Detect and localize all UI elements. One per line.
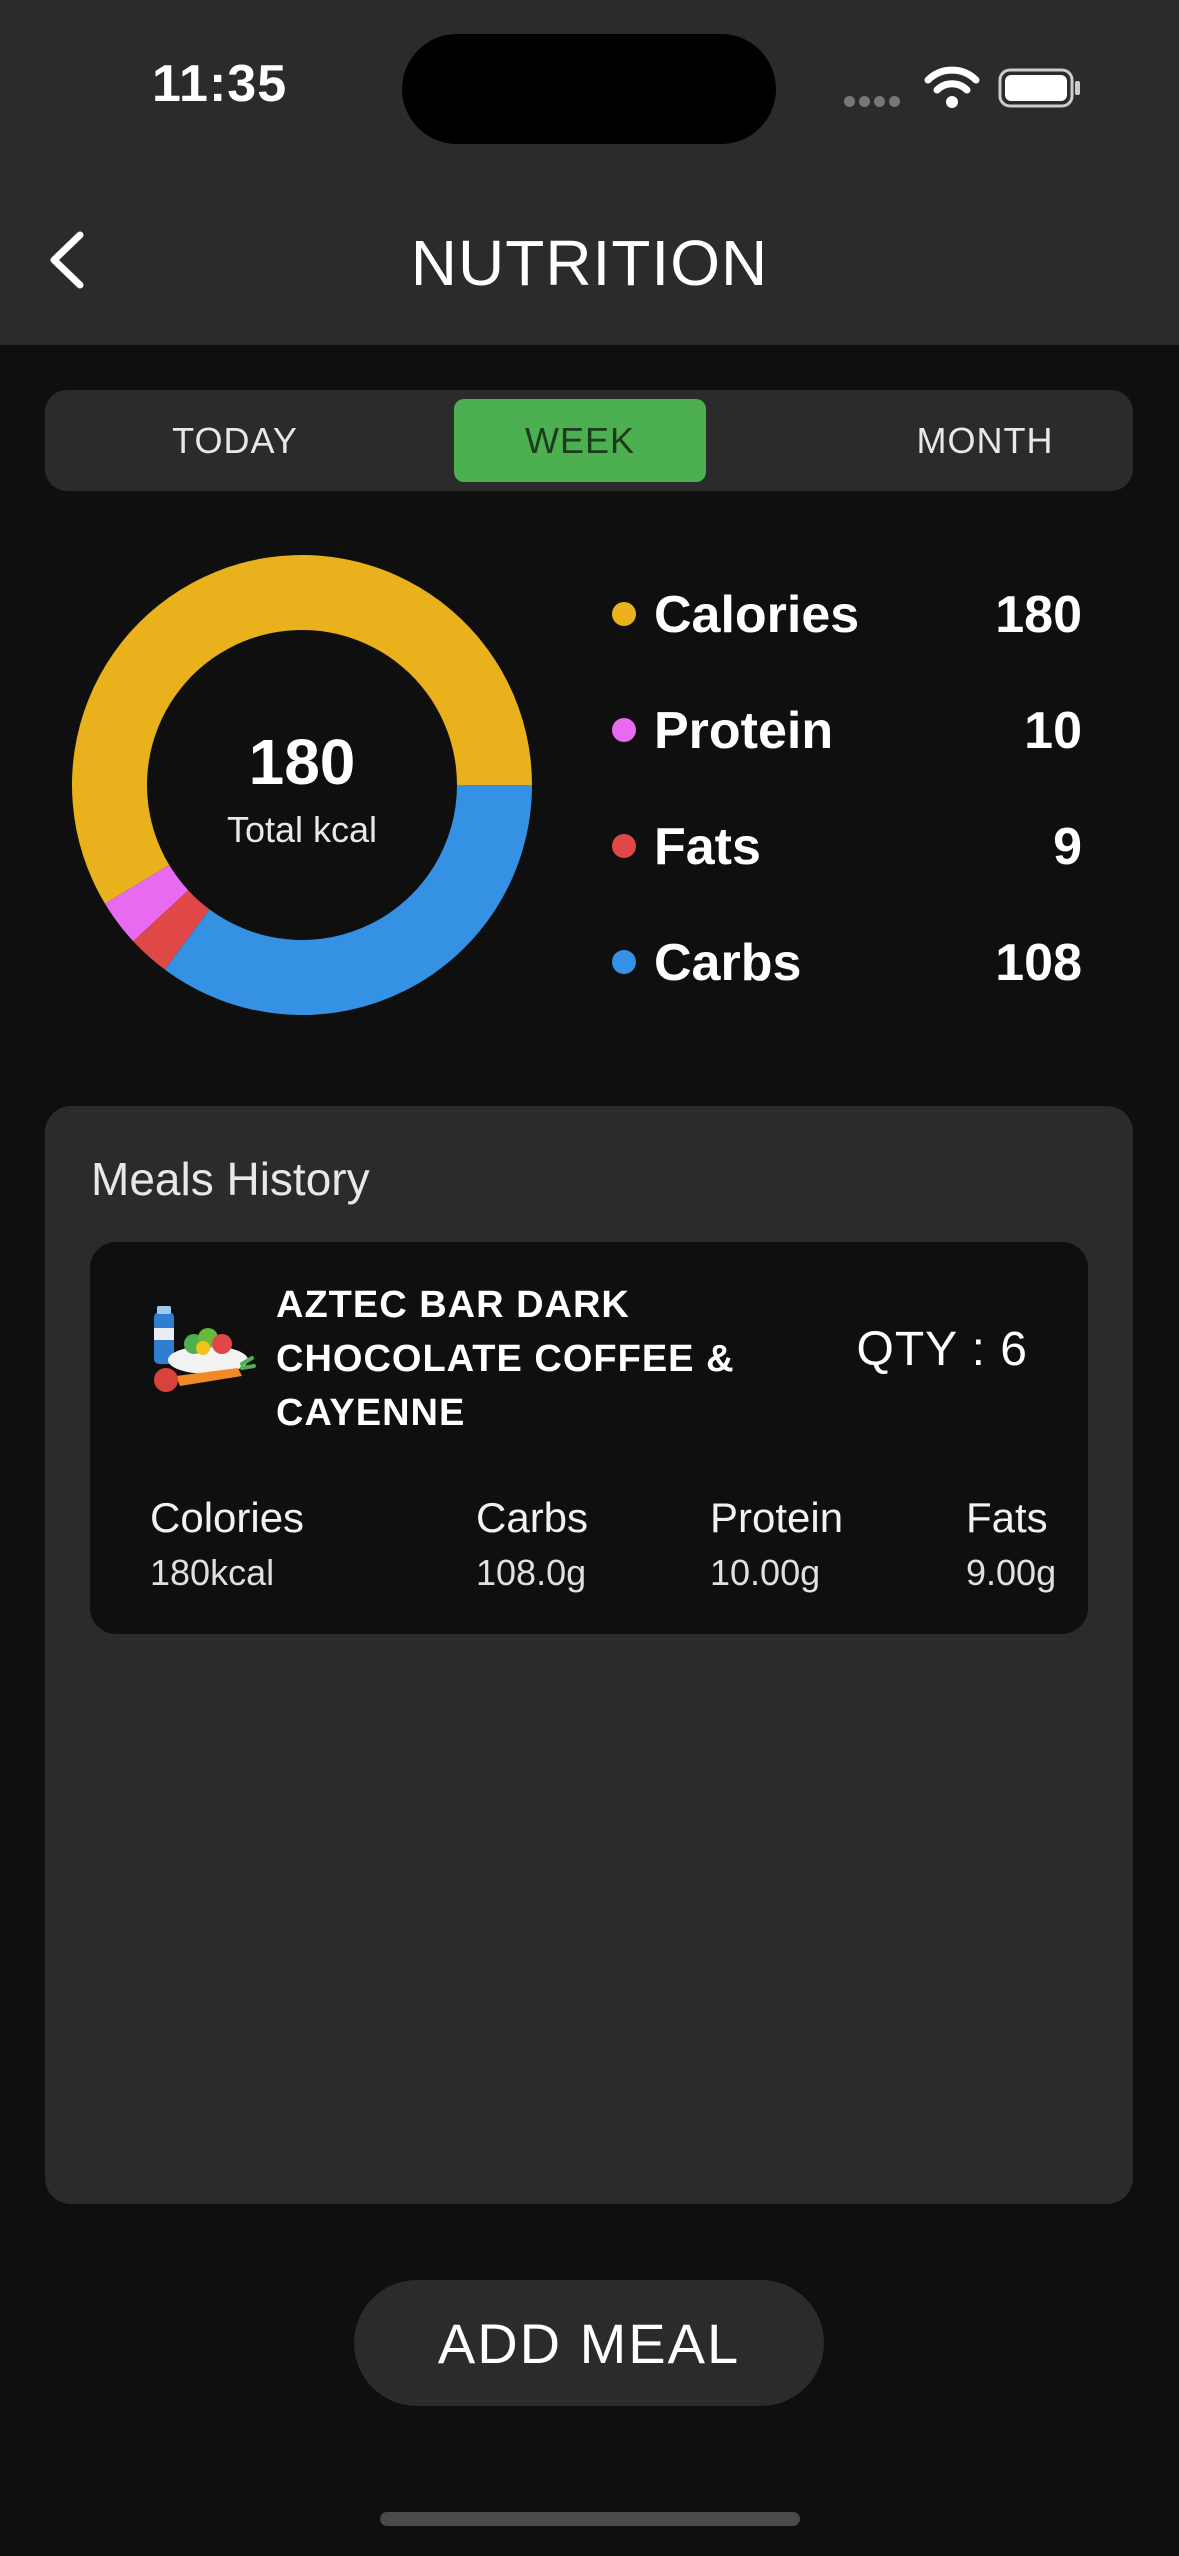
wifi-icon [924,66,980,108]
calories-dot-icon [612,602,636,626]
meal-quantity: QTY : 6 [856,1323,1028,1376]
meal-stat-calories: Colories 180kcal [150,1492,304,1598]
add-meal-button[interactable]: ADD MEAL [354,2280,824,2406]
page-title: NUTRITION [410,227,769,299]
legend-item-carbs: Carbs 108 [612,928,1082,1044]
stat-label: Fats [966,1494,1048,1541]
tab-month[interactable]: MONTH [865,390,1105,491]
legend-label: Protein [654,702,834,760]
legend-value: 180 [995,586,1082,644]
tab-today[interactable]: TODAY [105,390,365,491]
legend-label: Fats [654,818,761,876]
total-kcal-value: 180 [248,726,356,798]
status-bar: 11:35 [0,0,1179,180]
stat-label: Colories [150,1494,305,1541]
tab-week[interactable]: WEEK [454,399,706,482]
legend-label: Calories [654,586,860,644]
meal-name: AZTEC BAR DARK CHOCOLATE COFFEE & CAYENN… [276,1284,735,1434]
stat-value: 9.00g [966,1552,1057,1593]
stat-label: Protein [710,1494,844,1541]
battery-icon [998,68,1080,108]
legend-label: Carbs [654,934,802,992]
stat-value: 180kcal [150,1552,275,1593]
total-kcal-label: Total kcal [226,809,378,850]
legend-value: 9 [1053,818,1082,876]
fats-dot-icon [612,834,636,858]
status-time: 11:35 [152,55,288,113]
carbs-dot-icon [612,950,636,974]
legend-item-fats: Fats 9 [612,812,1082,928]
meal-stat-fats: Fats 9.00g [966,1492,1056,1598]
meal-stat-carbs: Carbs 108.0g [476,1492,588,1598]
chart-legend: Calories 180 Protein 10 Fats 9 Carbs 108 [612,580,1082,1044]
legend-value: 10 [1024,702,1082,760]
stat-value: 10.00g [710,1552,821,1593]
cellular-signal-icon [844,94,904,112]
period-segmented-control: TODAY WEEK MONTH [45,390,1133,491]
home-indicator [380,2512,800,2526]
meals-history-panel: Meals History AZTEC BAR DARK CHOCOLATE C… [45,1106,1133,2204]
stat-value: 108.0g [476,1552,587,1593]
legend-item-protein: Protein 10 [612,696,1082,812]
legend-value: 108 [995,934,1082,992]
legend-item-calories: Calories 180 [612,580,1082,696]
stat-label: Carbs [476,1494,589,1541]
dynamic-island [402,34,776,144]
meal-food-icon [154,1306,256,1392]
protein-dot-icon [612,718,636,742]
meals-history-title: Meals History [91,1153,370,1205]
meal-card[interactable]: AZTEC BAR DARK CHOCOLATE COFFEE & CAYENN… [90,1242,1088,1634]
meal-stat-protein: Protein 10.00g [710,1492,843,1598]
donut-center: 180 Total kcal [72,555,532,1015]
